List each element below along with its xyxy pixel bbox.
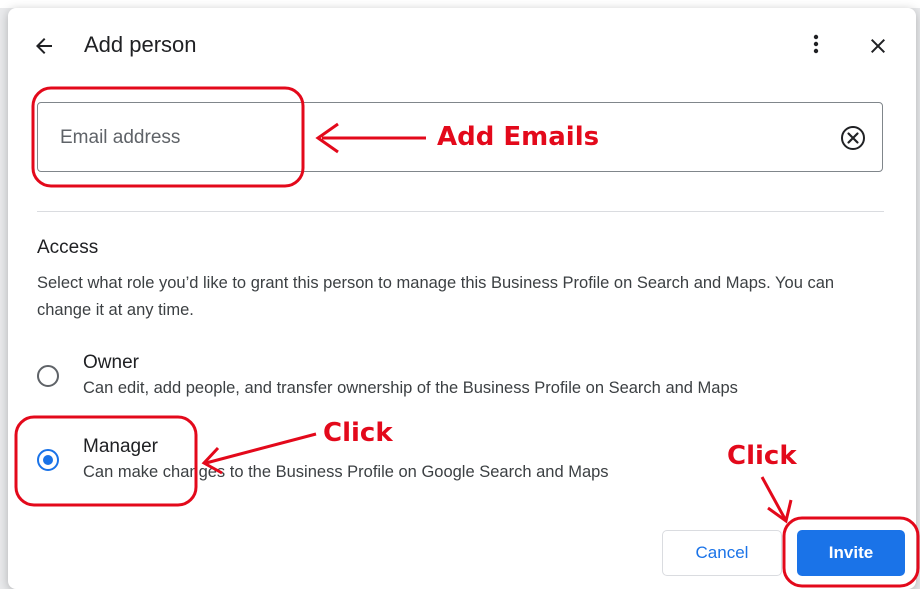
dialog-title: Add person xyxy=(84,32,197,57)
add-emails-annotation: Add Emails xyxy=(437,122,600,152)
manager-option-title[interactable]: Manager xyxy=(83,436,158,458)
background-page xyxy=(0,0,920,8)
click-invite-annotation: Click xyxy=(727,441,797,471)
access-description: Select what role you’d like to grant thi… xyxy=(37,274,835,319)
access-heading: Access xyxy=(37,237,99,258)
more-vert-icon[interactable] xyxy=(804,32,828,56)
cancel-button[interactable]: Cancel xyxy=(662,530,782,576)
owner-option-title[interactable]: Owner xyxy=(83,352,139,374)
owner-option-description: Can edit, add people, and transfer owner… xyxy=(83,379,738,397)
owner-radio[interactable] xyxy=(37,365,59,387)
invite-button[interactable]: Invite xyxy=(797,530,905,576)
add-person-dialog: Add person Access Select what role you’d… xyxy=(8,8,916,589)
manager-radio[interactable] xyxy=(37,449,59,471)
manager-option-description: Can make changes to the Business Profile… xyxy=(83,463,609,481)
arrow-left-icon[interactable] xyxy=(32,34,56,58)
close-icon[interactable] xyxy=(866,34,890,58)
cancel-circle-icon[interactable] xyxy=(840,125,866,151)
divider xyxy=(37,211,884,212)
click-manager-annotation: Click xyxy=(323,418,393,448)
